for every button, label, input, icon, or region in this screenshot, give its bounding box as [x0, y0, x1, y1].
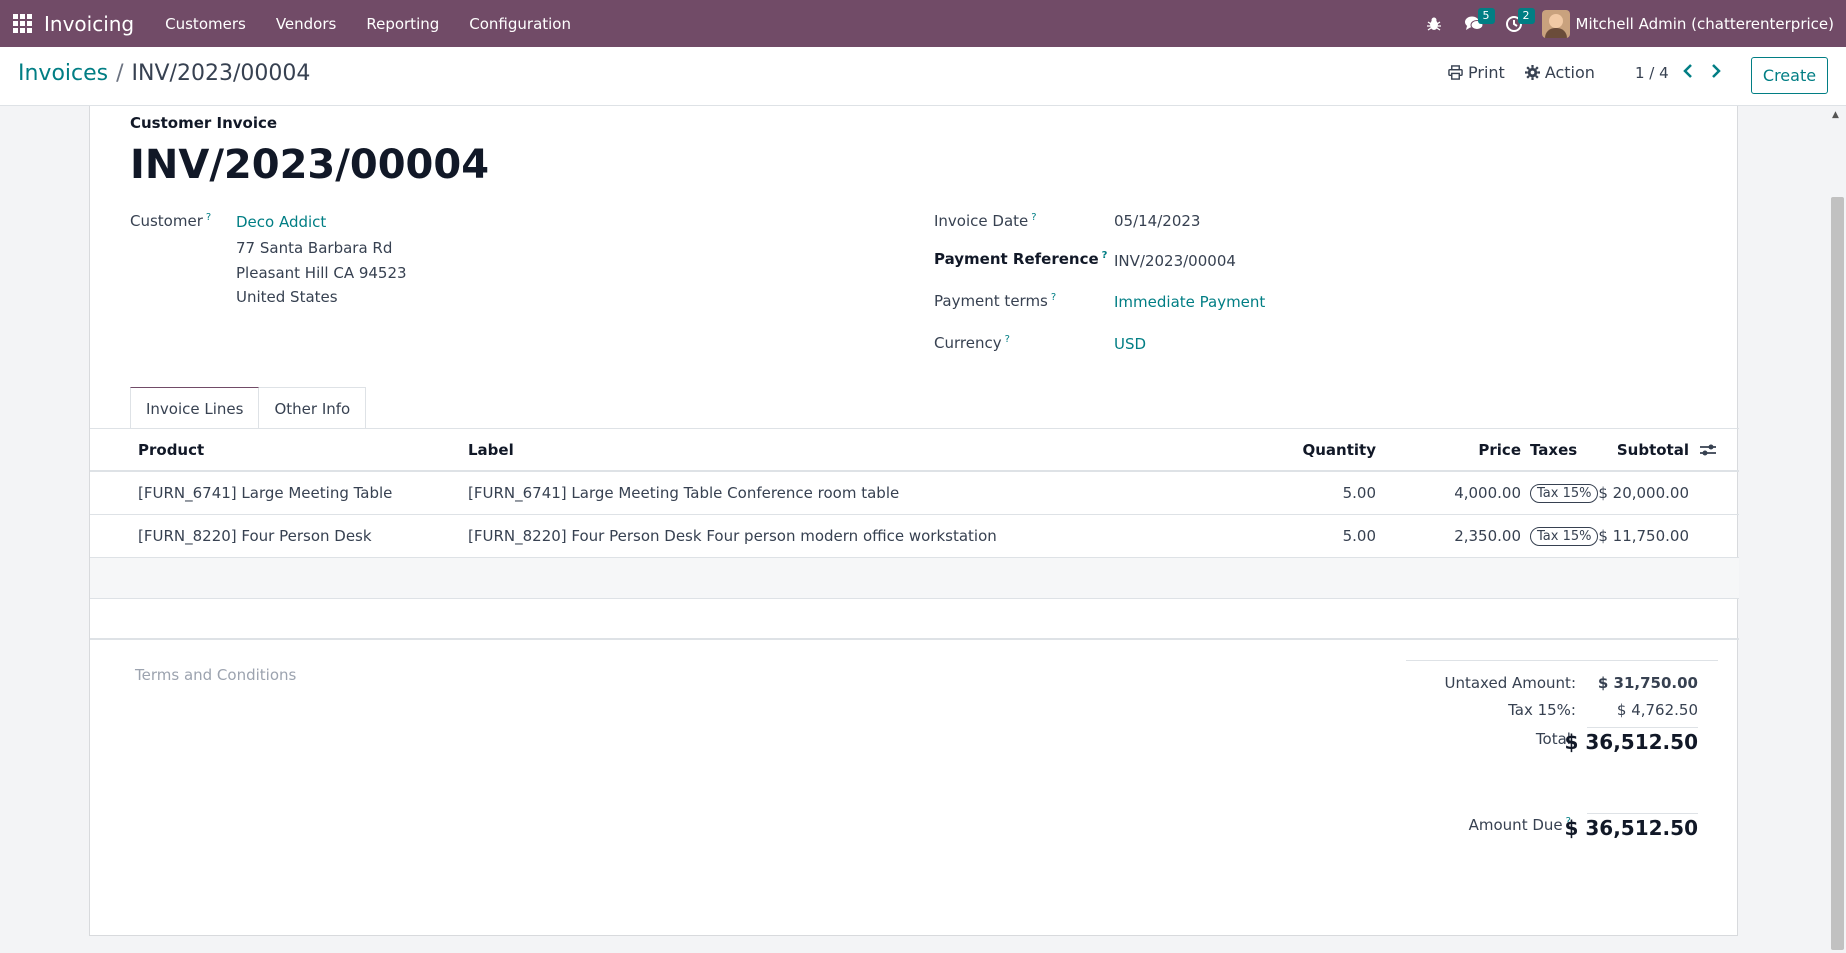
- terms-and-conditions-field[interactable]: Terms and Conditions: [135, 666, 296, 684]
- table-row[interactable]: [FURN_8220] Four Person Desk [FURN_8220]…: [90, 515, 1739, 558]
- table-empty-row: [90, 599, 1739, 640]
- column-header-product[interactable]: Product: [138, 429, 204, 470]
- activities-badge: 2: [1517, 8, 1535, 24]
- action-label: Action: [1544, 63, 1595, 82]
- scrollbar-thumb[interactable]: [1831, 197, 1844, 950]
- help-icon[interactable]: ?: [1102, 250, 1108, 261]
- invoice-date-field[interactable]: 05/14/2023: [1114, 212, 1200, 230]
- total-divider: [1587, 727, 1698, 728]
- payment-reference-label: Payment Reference?: [934, 250, 1108, 268]
- amount-due-divider: [1587, 813, 1698, 814]
- table-row[interactable]: [FURN_6741] Large Meeting Table [FURN_67…: [90, 472, 1739, 515]
- totals-divider: [1406, 660, 1718, 661]
- invoice-form-sheet: Customer Invoice INV/2023/00004 Customer…: [89, 106, 1739, 936]
- payment-terms-label: Payment terms?: [934, 292, 1057, 310]
- cell-quantity[interactable]: 5.00: [1190, 472, 1376, 514]
- tax-label: Tax 15%:: [1508, 701, 1576, 719]
- table-header: Product Label Quantity Price Taxes Subto…: [90, 429, 1739, 472]
- cell-quantity[interactable]: 5.00: [1190, 515, 1376, 557]
- total-value: $ 36,512.50: [1564, 730, 1699, 754]
- help-icon[interactable]: ?: [1051, 292, 1056, 303]
- user-menu[interactable]: Mitchell Admin (chatterenterprice): [1534, 9, 1846, 38]
- cell-taxes[interactable]: Tax 15%: [1530, 472, 1599, 514]
- activities-clock-icon[interactable]: 2: [1494, 0, 1535, 47]
- menu-vendors[interactable]: Vendors: [261, 0, 352, 47]
- currency-label: Currency?: [934, 334, 1010, 352]
- untaxed-amount-value: $ 31,750.00: [1597, 674, 1698, 692]
- pager-next-icon[interactable]: [1710, 63, 1722, 84]
- cell-label[interactable]: [FURN_6741] Large Meeting Table Conferen…: [468, 472, 899, 514]
- menu-reporting[interactable]: Reporting: [351, 0, 454, 47]
- cell-subtotal: $ 11,750.00: [1598, 527, 1689, 545]
- gear-icon: [1524, 65, 1540, 80]
- print-icon: [1448, 65, 1463, 80]
- apps-menu-icon[interactable]: [0, 0, 44, 47]
- scroll-up-icon[interactable]: ▲: [1832, 110, 1839, 120]
- column-header-label[interactable]: Label: [468, 429, 514, 470]
- untaxed-amount-label: Untaxed Amount:: [1444, 674, 1577, 692]
- control-actions: Print Action: [1448, 63, 1595, 82]
- cell-price[interactable]: 4,000.00: [1390, 472, 1521, 514]
- customer-name-link[interactable]: Deco Addict: [236, 213, 326, 231]
- customer-address-line1: 77 Santa Barbara Rd: [236, 239, 393, 257]
- user-name: Mitchell Admin (chatterenterprice): [1575, 14, 1834, 33]
- column-header-subtotal[interactable]: Subtotal: [1590, 429, 1689, 470]
- table-empty-row: [90, 558, 1739, 599]
- invoice-lines-table: Product Label Quantity Price Taxes Subto…: [90, 429, 1739, 640]
- optional-columns-toggle-icon[interactable]: [1699, 429, 1717, 470]
- cell-product[interactable]: [FURN_8220] Four Person Desk: [138, 515, 372, 557]
- amount-due-value: $ 36,512.50: [1564, 816, 1699, 840]
- help-icon[interactable]: ?: [1005, 334, 1010, 345]
- breadcrumb-separator: /: [116, 61, 124, 86]
- cell-subtotal: $ 20,000.00: [1598, 484, 1689, 502]
- cell-product[interactable]: [FURN_6741] Large Meeting Table: [138, 472, 392, 514]
- breadcrumb-current: INV/2023/00004: [131, 61, 311, 86]
- pager-value[interactable]: 1 / 4: [1635, 64, 1669, 82]
- cell-taxes[interactable]: Tax 15%: [1530, 515, 1599, 557]
- column-header-taxes[interactable]: Taxes: [1530, 429, 1577, 470]
- pager-previous-icon[interactable]: [1682, 63, 1694, 84]
- tax-tag: Tax 15%: [1530, 483, 1599, 503]
- help-icon[interactable]: ?: [206, 212, 211, 223]
- messages-icon[interactable]: 5: [1454, 0, 1495, 47]
- top-navbar: Invoicing Customers Vendors Reporting Co…: [0, 0, 1846, 47]
- print-button[interactable]: Print: [1448, 63, 1505, 82]
- payment-terms-link[interactable]: Immediate Payment: [1114, 293, 1265, 311]
- breadcrumb: Invoices / INV/2023/00004: [18, 61, 310, 86]
- app-name[interactable]: Invoicing: [44, 12, 134, 36]
- create-button[interactable]: Create: [1751, 57, 1828, 94]
- avatar: [1541, 9, 1570, 38]
- column-header-quantity[interactable]: Quantity: [1190, 429, 1377, 470]
- tax-value: $ 4,762.50: [1616, 701, 1698, 719]
- page-title: INV/2023/00004: [130, 142, 490, 188]
- invoice-date-label: Invoice Date?: [934, 212, 1037, 230]
- amount-due-label: Amount Due?:: [1468, 816, 1576, 834]
- tab-other-info[interactable]: Other Info: [259, 387, 367, 429]
- menu-customers[interactable]: Customers: [150, 0, 261, 47]
- tax-tag: Tax 15%: [1530, 526, 1599, 546]
- tab-invoice-lines[interactable]: Invoice Lines: [130, 387, 260, 429]
- notebook-tabs: Invoice Lines Other Info: [130, 387, 367, 429]
- customer-label: Customer?: [130, 212, 212, 230]
- breadcrumb-invoices-link[interactable]: Invoices: [18, 61, 108, 86]
- customer-address-line2: Pleasant Hill CA 94523: [236, 264, 407, 282]
- customer-address-line3: United States: [236, 288, 338, 306]
- cell-price[interactable]: 2,350.00: [1390, 515, 1521, 557]
- menu-configuration[interactable]: Configuration: [454, 0, 586, 47]
- control-panel: Invoices / INV/2023/00004 Print Action 1…: [0, 47, 1846, 106]
- document-type: Customer Invoice: [130, 114, 278, 132]
- payment-reference-field[interactable]: INV/2023/00004: [1114, 252, 1236, 270]
- cell-label[interactable]: [FURN_8220] Four Person Desk Four person…: [468, 515, 997, 557]
- action-button[interactable]: Action: [1524, 63, 1595, 82]
- column-header-price[interactable]: Price: [1390, 429, 1521, 470]
- debug-bug-icon[interactable]: [1414, 0, 1454, 47]
- messages-badge: 5: [1477, 8, 1495, 24]
- currency-link[interactable]: USD: [1114, 335, 1146, 353]
- print-label: Print: [1468, 63, 1505, 82]
- help-icon[interactable]: ?: [1031, 212, 1036, 223]
